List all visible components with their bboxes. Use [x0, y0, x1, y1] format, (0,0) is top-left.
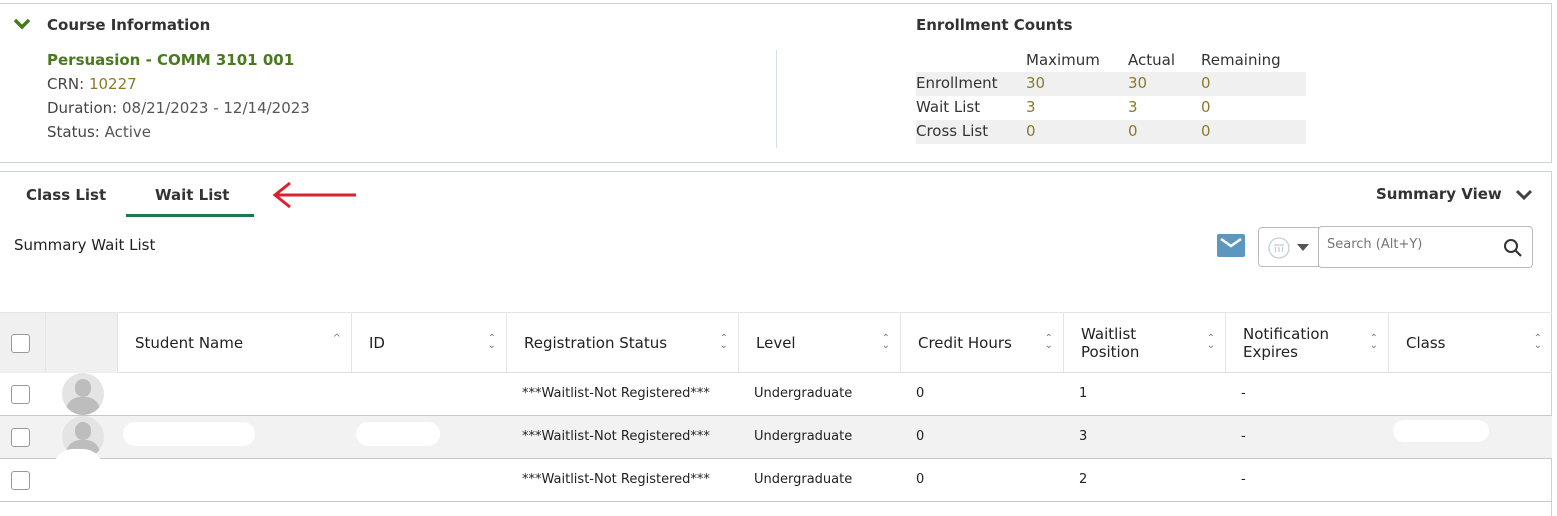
- value: 30: [1128, 74, 1148, 92]
- col-maximum: Maximum: [1026, 51, 1100, 69]
- avatar-column: [46, 313, 118, 373]
- crn-value: 10227: [88, 75, 137, 93]
- value: 0: [1128, 122, 1138, 140]
- caret-down-icon: [1297, 244, 1309, 251]
- select-all-checkbox[interactable]: [11, 334, 30, 353]
- summary-view-button[interactable]: Summary View: [1376, 185, 1502, 203]
- status-value: Active: [104, 123, 152, 141]
- header-label: Notification Expires: [1243, 325, 1330, 361]
- header-label: Registration Status: [524, 334, 668, 352]
- crn-label: CRN:: [47, 75, 85, 93]
- arrow-left-icon: [272, 181, 356, 209]
- level: Undergraduate: [754, 429, 853, 444]
- section-title: Summary Wait List: [14, 236, 156, 254]
- duration-label: Duration:: [47, 99, 118, 117]
- value: 0: [1201, 98, 1211, 116]
- value: 3: [1026, 98, 1036, 116]
- sort-icon[interactable]: ⌃ ⌄: [1534, 334, 1542, 351]
- course-name: Persuasion - COMM 3101 001: [47, 51, 295, 69]
- table-row[interactable]: ***Waitlist-Not Registered*** Undergradu…: [0, 373, 1552, 416]
- row-label: Cross List: [916, 122, 989, 140]
- column-selector-dropdown[interactable]: [1258, 227, 1319, 267]
- sort-icon[interactable]: ⌃ ⌄: [1207, 334, 1215, 351]
- header-registration-status[interactable]: Registration Status ⌃ ⌄: [507, 313, 739, 373]
- value: 30: [1026, 74, 1046, 92]
- header-credit-hours[interactable]: Credit Hours ⌃ ⌄: [901, 313, 1064, 373]
- sort-icon[interactable]: ⌃ ⌄: [720, 334, 728, 351]
- search-input[interactable]: [1327, 237, 1492, 252]
- notification-expires: -: [1241, 429, 1246, 444]
- header-notification-expires[interactable]: Notification Expires ⌃ ⌄: [1226, 313, 1389, 373]
- level: Undergraduate: [754, 386, 853, 401]
- chevron-down-icon[interactable]: [1516, 189, 1532, 200]
- redaction: [356, 422, 440, 446]
- value: 3: [1128, 98, 1138, 116]
- tab-wait-list[interactable]: Wait List: [155, 186, 229, 204]
- row-label: Wait List: [916, 98, 981, 116]
- columns-icon: [1268, 237, 1290, 259]
- redaction: [123, 422, 255, 446]
- registration-status: ***Waitlist-Not Registered***: [522, 429, 710, 444]
- header-id[interactable]: ID ⌃ ⌄: [352, 313, 507, 373]
- enrollment-row: Wait List 3 3 0: [916, 96, 1306, 120]
- tab-class-list[interactable]: Class List: [26, 186, 106, 204]
- course-info-title: Course Information: [47, 16, 211, 34]
- table-row[interactable]: ***Waitlist-Not Registered*** Undergradu…: [0, 459, 1552, 502]
- waitlist-position: 1: [1079, 386, 1088, 401]
- value: 0: [1201, 74, 1211, 92]
- avatar: [62, 373, 104, 415]
- chevron-down-icon[interactable]: [14, 18, 30, 30]
- header-label: ID: [369, 334, 385, 352]
- header-label: Level: [756, 334, 796, 352]
- notification-expires: -: [1241, 472, 1246, 487]
- enrollment-title: Enrollment Counts: [916, 16, 1073, 34]
- header-class[interactable]: Class ⌃ ⌄: [1389, 313, 1552, 373]
- header-student-name[interactable]: Student Name ^: [118, 313, 352, 373]
- value: 0: [1026, 122, 1036, 140]
- sort-icon[interactable]: ⌃ ⌄: [488, 334, 496, 351]
- status-label: Status:: [47, 123, 100, 141]
- enrollment-header: Maximum Actual Remaining: [916, 49, 1306, 73]
- header-label: Student Name: [135, 334, 244, 352]
- enrollment-row: Enrollment 30 30 0: [916, 72, 1306, 96]
- credit-hours: 0: [916, 429, 925, 444]
- row-checkbox[interactable]: [11, 471, 30, 490]
- active-tab-indicator: [126, 214, 254, 217]
- sort-icon[interactable]: ⌃ ⌄: [882, 334, 890, 351]
- registration-status: ***Waitlist-Not Registered***: [522, 472, 710, 487]
- header-level[interactable]: Level ⌃ ⌄: [739, 313, 901, 373]
- search-box[interactable]: [1318, 226, 1533, 268]
- credit-hours: 0: [916, 472, 925, 487]
- sort-icon[interactable]: ⌃ ⌄: [1370, 334, 1378, 351]
- value: 0: [1201, 122, 1211, 140]
- header-label: Credit Hours: [918, 334, 1012, 352]
- row-checkbox[interactable]: [11, 385, 30, 404]
- email-icon[interactable]: [1217, 234, 1245, 257]
- row-checkbox[interactable]: [11, 428, 30, 447]
- sort-icon[interactable]: ⌃ ⌄: [1045, 334, 1053, 351]
- duration-value: 08/21/2023 - 12/14/2023: [121, 99, 310, 117]
- header-waitlist-position[interactable]: Waitlist Position ⌃ ⌄: [1064, 313, 1226, 373]
- divider: [776, 50, 777, 148]
- notification-expires: -: [1241, 386, 1246, 401]
- header-label: Waitlist Position: [1081, 325, 1140, 361]
- col-remaining: Remaining: [1201, 51, 1281, 69]
- sort-asc-icon[interactable]: ^: [333, 334, 341, 344]
- waitlist-position: 2: [1079, 472, 1088, 487]
- search-icon[interactable]: [1503, 238, 1523, 258]
- redaction: [1393, 420, 1489, 442]
- waitlist-position: 3: [1079, 429, 1088, 444]
- col-actual: Actual: [1128, 51, 1175, 69]
- registration-status: ***Waitlist-Not Registered***: [522, 386, 710, 401]
- enrollment-row: Cross List 0 0 0: [916, 120, 1306, 144]
- header-label: Class: [1406, 334, 1446, 352]
- level: Undergraduate: [754, 472, 853, 487]
- table-header: Student Name ^ ID ⌃ ⌄ Registration Status ⌃ ⌄…: [0, 312, 1552, 373]
- row-label: Enrollment: [916, 74, 998, 92]
- table-row[interactable]: ***Waitlist-Not Registered*** Undergradu…: [0, 416, 1552, 459]
- credit-hours: 0: [916, 386, 925, 401]
